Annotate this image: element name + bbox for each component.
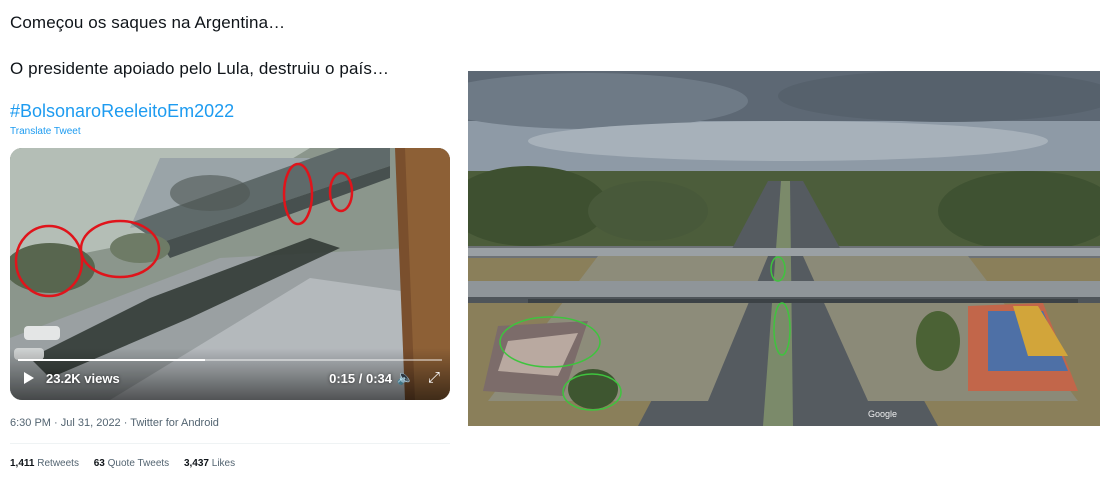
volume-icon[interactable]: 🔈 [397, 369, 414, 386]
quote-tweets-label: Quote Tweets [107, 458, 170, 469]
tweet-stats: 1,411 Retweets 63 Quote Tweets 3,437 Lik… [10, 458, 247, 469]
aerial-photo-scene [468, 71, 1100, 426]
view-count: 23.2K views [46, 371, 120, 386]
video-controls: 23.2K views 0:15 / 0:34 🔈 ⤢ [10, 364, 450, 400]
video-player[interactable]: 23.2K views 0:15 / 0:34 🔈 ⤢ [10, 148, 450, 400]
divider [10, 443, 450, 444]
retweets-stat[interactable]: 1,411 Retweets [10, 458, 79, 469]
video-time: 0:15 / 0:34 [329, 371, 392, 386]
expand-icon[interactable]: ⤢ [428, 369, 440, 386]
aerial-highway-photo: Google [468, 71, 1100, 426]
video-progress-bar[interactable] [18, 359, 442, 361]
quote-tweets-stat[interactable]: 63 Quote Tweets [94, 458, 169, 469]
video-frame [10, 148, 450, 400]
translate-tweet-link[interactable]: Translate Tweet [10, 126, 81, 137]
likes-count: 3,437 [183, 458, 209, 469]
quote-tweets-count: 63 [93, 458, 105, 469]
play-icon[interactable] [24, 372, 34, 384]
tweet-text-line-2: O presidente apoiado pelo Lula, destruiu… [10, 59, 390, 78]
hashtag-link[interactable]: #BolsonaroReeleitoEm2022 [10, 101, 234, 122]
likes-stat[interactable]: 3,437 Likes [184, 458, 235, 469]
retweets-count: 1,411 [10, 458, 35, 469]
retweets-label: Retweets [37, 458, 79, 469]
tweet-text-line-1: Começou os saques na Argentina… [10, 13, 286, 32]
tweet-timestamp[interactable]: 6:30 PM · Jul 31, 2022 · Twitter for And… [10, 417, 219, 429]
likes-label: Likes [211, 458, 236, 469]
google-watermark: Google [868, 409, 898, 419]
video-progress-fill [18, 359, 205, 361]
